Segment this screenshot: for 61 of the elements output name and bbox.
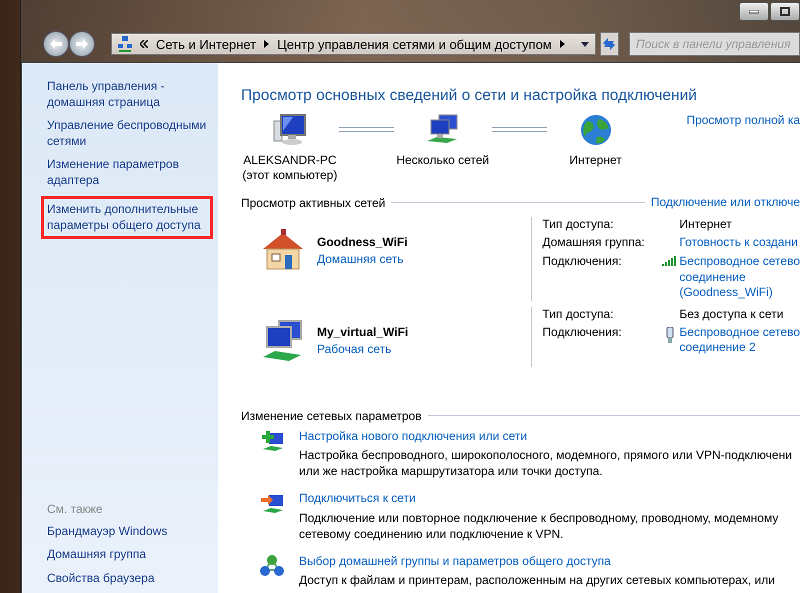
- property-link[interactable]: Беспроводное сетево соединение 2: [679, 324, 800, 356]
- sidebar-link[interactable]: Изменение параметров адаптера: [47, 157, 212, 188]
- globe-icon: [578, 113, 613, 147]
- property-label: Подключения:: [542, 254, 622, 268]
- minimize-icon: [749, 10, 759, 14]
- maximize-icon: [780, 7, 790, 16]
- network-type-link[interactable]: Рабочая сеть: [317, 342, 392, 356]
- property-label: Тип доступа:: [542, 216, 614, 230]
- task-link[interactable]: Подключиться к сети: [299, 491, 800, 506]
- page-title: Просмотр основных сведений о сети и настройка подключений: [241, 87, 698, 105]
- connect-disconnect-link[interactable]: Подключение или отключе: [650, 195, 800, 210]
- double-chevron-icon: [140, 40, 148, 48]
- task-link[interactable]: Настройка нового подключения или сети: [299, 428, 800, 444]
- triangle-right-icon: [560, 40, 565, 48]
- signal-bars-icon: [662, 256, 678, 266]
- sidebar-link[interactable]: Домашняя группа: [47, 547, 212, 562]
- refresh-arrows-icon: [601, 37, 618, 51]
- new-connection-icon: [259, 428, 285, 452]
- homegroup-icon: [259, 554, 285, 578]
- search-field[interactable]: Поиск в панели управления: [629, 32, 800, 56]
- property-link[interactable]: Беспроводное сетево соединение (Goodness_WiFi): [679, 254, 800, 300]
- property-label: Подключения:: [542, 324, 622, 338]
- task-description: Доступ к файлам и принтерам, расположенным на других сетевых компьютерах, или: [299, 572, 776, 588]
- property-link[interactable]: Готовность к создани: [679, 234, 798, 250]
- network-icon: [118, 36, 132, 52]
- dropdown-caret-icon: [580, 42, 589, 46]
- network-name: Goodness_WiFi: [317, 234, 408, 248]
- back-button[interactable]: [43, 31, 69, 57]
- map-node-label: Несколько сетей: [396, 153, 490, 168]
- sidebar-link[interactable]: Управление беспроводными сетями: [47, 118, 212, 149]
- map-node-label: Интернет: [569, 153, 622, 168]
- sidebar-link[interactable]: Свойства браузера: [47, 570, 212, 586]
- forward-button[interactable]: [69, 31, 95, 57]
- sidebar-link[interactable]: Изменить дополнительные параметры общего доступа: [41, 196, 213, 239]
- section-heading: Изменение сетевых параметров: [241, 408, 422, 422]
- task-link[interactable]: Выбор домашней группы и параметров общего доступа: [299, 554, 800, 569]
- task-description: Подключение или повторное подключение к беспроводному, проводному, модемному сетевому соединению или подключение к VPN.: [299, 510, 780, 542]
- task-description: Настройка беспроводного, широкополосного, модемного, прямого или VPN-подключени или же настройка маршрутизатора или точки доступа.: [299, 447, 793, 479]
- left-arrow-icon: [50, 39, 62, 49]
- map-node-label: ALEKSANDR-PC (этот компьютер): [242, 153, 338, 183]
- breadcrumb-item[interactable]: Центр управления сетями и общим доступом: [277, 36, 552, 52]
- network-type-link[interactable]: Домашняя сеть: [317, 252, 404, 266]
- network-adapter-icon: [665, 326, 676, 342]
- right-arrow-icon: [76, 39, 88, 49]
- network-name: My_virtual_WiFi: [317, 324, 408, 338]
- sidebar-link[interactable]: Брандмауэр Windows: [47, 524, 212, 539]
- property-label: Тип доступа:: [542, 306, 614, 320]
- see-also-heading: См. также: [47, 502, 104, 516]
- property-value: Интернет: [679, 216, 732, 230]
- breadcrumb-item[interactable]: Сеть и Интернет: [156, 36, 256, 52]
- section-heading: Просмотр активных сетей: [241, 196, 386, 210]
- address-bar[interactable]: Сеть и Интернет Центр управления сетями и общим доступом: [111, 33, 596, 55]
- property-value: Без доступа к сети: [679, 306, 784, 320]
- maximize-button[interactable]: [770, 2, 800, 21]
- triangle-right-icon: [264, 40, 270, 48]
- refresh-button[interactable]: [600, 32, 619, 56]
- sidebar-link[interactable]: Панель управления - домашняя страница: [47, 79, 212, 110]
- minimize-button[interactable]: [739, 2, 769, 21]
- full-map-link[interactable]: Просмотр полной ка: [686, 113, 800, 128]
- property-label: Домашняя группа:: [542, 234, 645, 248]
- computer-icon: [272, 113, 308, 147]
